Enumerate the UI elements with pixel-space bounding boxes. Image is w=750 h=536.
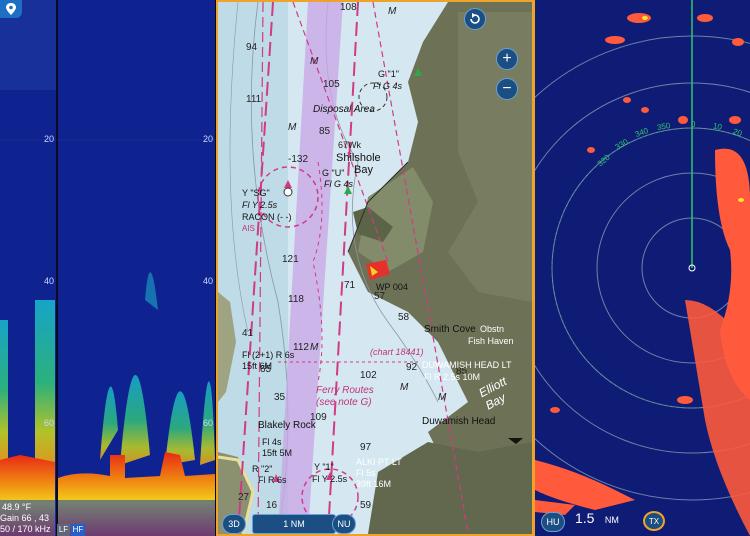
buoy-label: G "U": [322, 168, 345, 178]
place-label: Blakely Rock: [258, 420, 316, 431]
sounding: M: [400, 382, 409, 393]
buoy-light: Fl Y 2.5s: [242, 200, 278, 210]
scale-bar: 1 NM: [252, 514, 336, 534]
light-label: 15ft 5M: [262, 448, 293, 458]
place-label: Smith Cove: [424, 324, 476, 335]
depth-label: 60: [203, 418, 214, 428]
light-label: 39ft 16M: [356, 479, 392, 489]
nautical-chart-pane[interactable]: 94 108 105 111 85 67Wk -132 121 118 112 …: [216, 0, 534, 536]
buoy-light: Fl G 4s: [324, 179, 354, 189]
buoy-light: Fl Y 2.5s: [312, 474, 348, 484]
chart-reference: (chart 18441): [370, 347, 424, 357]
light-label: Fl (2+1) R 6s: [242, 350, 295, 360]
range-value: 1.5: [575, 510, 595, 526]
zoom-in-button[interactable]: +: [496, 48, 518, 70]
location-pin-icon: [6, 3, 16, 15]
heading-up-button[interactable]: HU: [541, 512, 565, 532]
sounding: 58: [398, 312, 410, 323]
buoy-label: Y "1": [314, 462, 334, 472]
area-label: Fish Haven: [468, 336, 514, 346]
bearing-label: 10: [712, 121, 723, 132]
buoy-label: R "2": [252, 464, 273, 474]
racon-label: RACON (- -): [242, 212, 292, 222]
range-unit: NM: [604, 515, 619, 525]
scale-label: 1 NM: [283, 519, 305, 529]
buoy-light: Fl G 4s: [373, 81, 403, 91]
light-label: Fl R 2.5s 10M: [424, 372, 481, 382]
water-temp: 48.9 °F: [2, 502, 32, 512]
depth-label: 20: [203, 134, 214, 144]
depth-label: 40: [44, 276, 55, 286]
buoy-light: Fl R 6s: [258, 475, 287, 485]
minus-icon: −: [502, 80, 512, 97]
radar-pane[interactable]: 350 0 10 20 340 330 320 HU 1.5 NM TX: [535, 0, 750, 536]
ferry-label: Ferry Routes: [316, 385, 374, 396]
sounding: 112: [293, 342, 309, 353]
sounding: 27: [238, 492, 250, 503]
light-label: ALKI PT LT: [356, 457, 402, 467]
sonar-pane[interactable]: 20 40 60 20 40 60 48.9 °F Gain 66 , 43 5…: [0, 0, 215, 536]
sounding: 57: [374, 291, 386, 302]
transmit-button[interactable]: TX: [643, 511, 665, 531]
sounding: 108: [340, 2, 357, 13]
sounding: 16: [266, 500, 278, 511]
sounding: 105: [323, 79, 340, 90]
sounding: 111: [246, 94, 262, 105]
sounding: 35: [274, 392, 286, 403]
sounding: 92: [406, 362, 418, 373]
sounding: 94: [246, 42, 258, 53]
buoy-label: Y "SG": [242, 188, 270, 198]
bearing-label: 0: [691, 120, 696, 129]
gain-readout: Gain 66 , 43: [0, 513, 50, 523]
location-pin-button[interactable]: [0, 0, 22, 18]
sounding: 59: [360, 500, 372, 511]
freq-tab-lf[interactable]: LF: [57, 524, 70, 536]
buoy-label: G "1": [378, 69, 399, 79]
light-label: Fl 5s: [356, 468, 376, 478]
ferry-label: (see note G): [316, 397, 372, 408]
place-label: Duwamish Head: [422, 416, 496, 427]
light-label: DUWAMISH HEAD LT: [422, 360, 512, 370]
zoom-out-button[interactable]: −: [496, 78, 518, 100]
depth-label: 60: [44, 418, 55, 428]
sounding: M: [388, 6, 397, 17]
place-label: Shilshole: [336, 152, 381, 164]
sounding: 121: [282, 254, 299, 265]
waypoint-label: WP 004: [376, 282, 408, 292]
freq-tab-hf[interactable]: HF: [71, 524, 85, 536]
area-label: Disposal Area: [313, 104, 375, 115]
transmit-label: TX: [648, 516, 660, 526]
sounding: M: [438, 392, 447, 403]
sounding: -132: [288, 154, 309, 165]
frequency-readout: 50 / 170 kHz: [0, 524, 51, 534]
depth-label: 20: [44, 134, 55, 144]
ais-label: AIS: [242, 224, 255, 233]
sounding: M: [310, 342, 319, 353]
sounding: 102: [360, 370, 377, 381]
sounding: 97: [360, 442, 372, 453]
place-label: Bay: [354, 164, 373, 176]
sounding: 118: [288, 294, 304, 305]
sounding: M: [310, 56, 319, 67]
sounding: 71: [344, 280, 356, 291]
sounding: 85: [319, 126, 331, 137]
range-readout[interactable]: 1.5 NM: [575, 510, 619, 528]
hazard-label: Obstn: [480, 324, 505, 334]
radar-sweep: [535, 0, 750, 536]
rotate-icon: [470, 13, 480, 24]
depth-label: 40: [203, 276, 214, 286]
north-up-button[interactable]: NU: [332, 514, 356, 534]
sounding: M: [288, 122, 297, 133]
sonar-echogram: [0, 0, 215, 536]
light-label: Fl 4s: [262, 437, 282, 447]
light-label: 15ft 6M: [242, 361, 273, 371]
sounding: 67Wk: [338, 140, 362, 150]
undo-button[interactable]: [464, 8, 486, 30]
3d-button[interactable]: 3D: [222, 514, 246, 534]
sounding: 41: [242, 328, 254, 339]
plus-icon: +: [502, 50, 512, 67]
